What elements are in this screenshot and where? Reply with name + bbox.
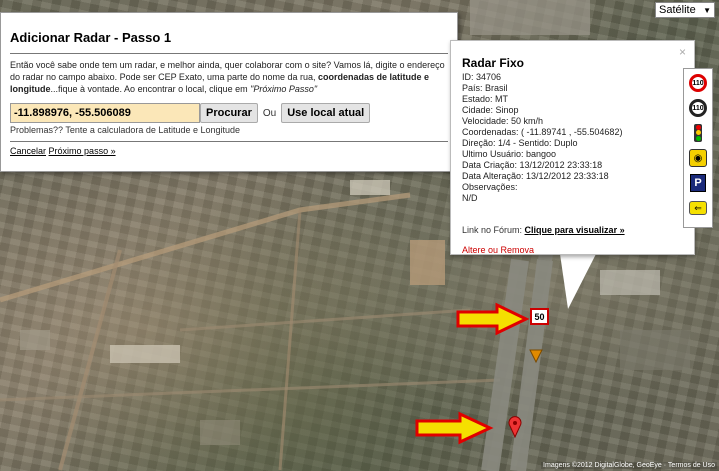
cancel-link[interactable]: Cancelar	[10, 146, 46, 156]
radar-speed-marker[interactable]: 50	[530, 308, 549, 325]
radar-last-user: Ultimo Usuário: bangoo	[462, 149, 557, 159]
speed-limit-icon: 110	[689, 99, 707, 117]
coordinate-input[interactable]	[10, 103, 200, 123]
problems-link[interactable]: Problemas?? Tente a calculadora de Latit…	[10, 125, 448, 135]
next-step-link[interactable]: Próximo passo »	[49, 146, 116, 156]
map-type-button[interactable]: Satélite ▼	[655, 2, 715, 18]
search-row: Procurar Ou Use local atual	[10, 103, 448, 123]
radar-type-title: Radar Fixo	[462, 56, 525, 70]
info-window-tail	[560, 254, 596, 309]
arrow-to-radar-icon	[456, 302, 530, 336]
radar-type-toolbar: 110 110 ◉ P ⇐	[683, 68, 713, 228]
add-radar-dialog: Adicionar Radar - Passo 1 Então você sab…	[0, 12, 458, 172]
speed-limit-tool-2[interactable]: 110	[688, 98, 708, 118]
map-copyright: Imagens ©2012 DigitalGlobe, GeoEye · Ter…	[541, 462, 717, 469]
radar-state: Estado: MT	[462, 94, 509, 104]
radar-coordinates: Coordenadas: ( -11.89741 , -55.504682)	[462, 127, 623, 137]
traffic-light-tool[interactable]	[688, 123, 708, 143]
camera-tool[interactable]: ◉	[688, 148, 708, 168]
edit-remove-link[interactable]: Altere ou Remova	[462, 245, 694, 255]
camera-icon: ◉	[689, 149, 707, 167]
search-button[interactable]: Procurar	[200, 103, 258, 123]
radar-country: País: Brasil	[462, 83, 508, 93]
arrow-to-pin-icon	[415, 411, 494, 445]
description-text-2: ...fique à vontade. Ao encontrar o local…	[50, 84, 251, 94]
message-tool[interactable]: ⇐	[688, 198, 708, 218]
location-pin-icon[interactable]	[508, 416, 522, 438]
dialog-title: Adicionar Radar - Passo 1	[10, 30, 172, 45]
description-italic: "Próximo Passo"	[250, 84, 318, 94]
dialog-description: Então você sabe onde tem um radar, e mel…	[10, 59, 450, 95]
dialog-divider	[10, 53, 448, 54]
radar-id: ID: 34706	[462, 72, 502, 82]
use-current-location-button[interactable]: Use local atual	[281, 103, 371, 123]
radar-direction: Direção: 1/4 - Sentido: Duplo	[462, 138, 578, 148]
speed-limit-tool[interactable]: 110	[688, 73, 708, 93]
forum-prefix: Link no Fórum:	[462, 225, 525, 235]
forum-row: Link no Fórum: Clique para visualizar »	[462, 225, 694, 235]
radar-modified: Data Alteração: 13/12/2012 23:33:18	[462, 171, 609, 181]
map-type-label: Satélite	[659, 4, 696, 16]
parking-tool[interactable]: P	[688, 173, 708, 193]
direction-marker-icon[interactable]	[529, 349, 543, 363]
close-icon[interactable]: ×	[679, 45, 686, 59]
dialog-divider-2	[10, 141, 448, 142]
traffic-light-icon	[694, 124, 702, 142]
forum-link[interactable]: Clique para visualizar »	[525, 225, 625, 235]
radar-notes-value: N/D	[462, 193, 478, 203]
radar-city: Cidade: Sinop	[462, 105, 519, 115]
radar-info-window: × Radar Fixo ID: 34706 País: Brasil Esta…	[450, 40, 695, 255]
parking-icon: P	[690, 174, 706, 192]
radar-created: Data Criação: 13/12/2012 23:33:18	[462, 160, 603, 170]
or-label: Ou	[262, 107, 277, 119]
chevron-down-icon: ▼	[703, 5, 711, 15]
dialog-links: Cancelar Próximo passo »	[10, 146, 448, 156]
message-icon: ⇐	[689, 201, 707, 215]
speed-limit-icon: 110	[689, 74, 707, 92]
radar-notes-label: Observações:	[462, 182, 518, 192]
radar-speed: Velocidade: 50 km/h	[462, 116, 544, 126]
